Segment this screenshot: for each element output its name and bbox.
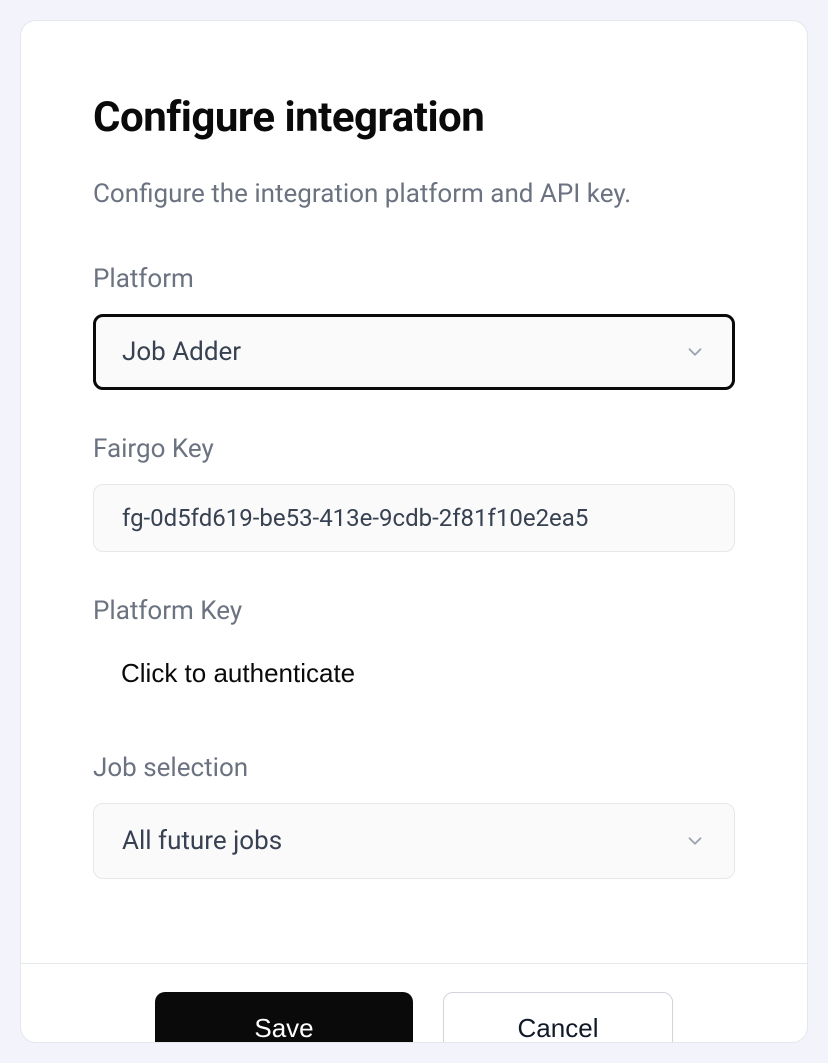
configure-integration-modal: Configure integration Configure the inte… <box>20 20 808 1043</box>
chevron-down-icon <box>684 830 706 852</box>
chevron-down-icon <box>684 341 706 363</box>
job-selection-field: Job selection All future jobs <box>93 753 735 879</box>
fairgo-key-value: fg-0d5fd619-be53-413e-9cdb-2f81f10e2ea5 <box>122 504 588 532</box>
cancel-button[interactable]: Cancel <box>443 992 673 1043</box>
platform-label: Platform <box>93 264 735 294</box>
job-selection-select-value: All future jobs <box>122 826 282 856</box>
fairgo-key-label: Fairgo Key <box>93 434 735 464</box>
platform-field: Platform Job Adder <box>93 264 735 390</box>
platform-select-value: Job Adder <box>122 337 241 367</box>
platform-key-label: Platform Key <box>93 596 735 626</box>
authenticate-button[interactable]: Click to authenticate <box>93 646 383 701</box>
modal-title: Configure integration <box>93 93 735 142</box>
platform-key-field: Platform Key Click to authenticate <box>93 596 735 709</box>
save-button[interactable]: Save <box>155 992 413 1043</box>
fairgo-key-field: Fairgo Key fg-0d5fd619-be53-413e-9cdb-2f… <box>93 434 735 552</box>
job-selection-select[interactable]: All future jobs <box>93 803 735 879</box>
platform-select[interactable]: Job Adder <box>93 314 735 390</box>
fairgo-key-input[interactable]: fg-0d5fd619-be53-413e-9cdb-2f81f10e2ea5 <box>93 484 735 552</box>
modal-body: Configure integration Configure the inte… <box>21 21 807 963</box>
modal-subtitle: Configure the integration platform and A… <box>93 176 735 212</box>
job-selection-label: Job selection <box>93 753 735 783</box>
modal-footer: Save Cancel <box>21 963 807 1043</box>
